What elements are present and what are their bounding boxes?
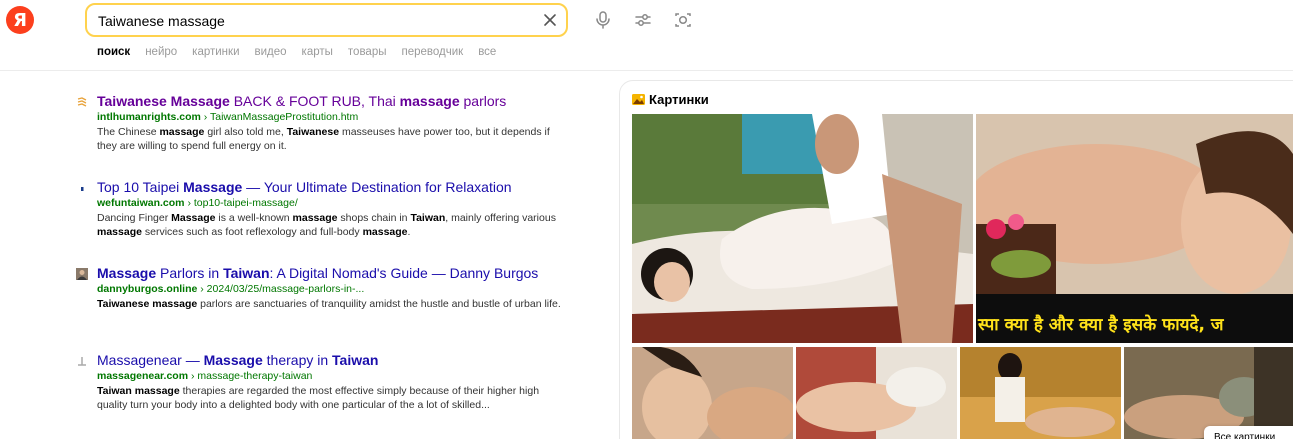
text-fragment: services such as foot reflexology and fu… bbox=[141, 226, 363, 238]
camera-icon[interactable] bbox=[673, 10, 693, 30]
result-url[interactable]: massagenear.com › massage-therapy-taiwan bbox=[97, 370, 312, 382]
tab-video[interactable]: видео bbox=[255, 46, 287, 58]
result-snippet: The Chinese massage girl also told me, T… bbox=[97, 125, 567, 153]
result-snippet: Taiwanese massage parlors are sanctuarie… bbox=[97, 297, 567, 311]
image-thumbnail[interactable] bbox=[960, 347, 1121, 439]
tab-products[interactable]: товары bbox=[348, 46, 387, 58]
text-fragment: therapy in bbox=[262, 352, 333, 368]
text-fragment: The Chinese bbox=[97, 126, 160, 138]
filters-icon[interactable] bbox=[633, 10, 653, 30]
highlighted-term: Massage bbox=[97, 265, 157, 281]
text-fragment: Dancing Finger bbox=[97, 212, 172, 224]
picture-icon bbox=[632, 94, 645, 105]
highlighted-term: massage bbox=[362, 226, 408, 238]
text-fragment: parlors bbox=[459, 93, 507, 109]
text-fragment: is a well-known bbox=[215, 212, 293, 224]
text-fragment: . bbox=[407, 226, 411, 238]
text-fragment: Parlors in bbox=[156, 265, 224, 281]
text-fragment: Top 10 Taipei bbox=[97, 179, 184, 195]
site-favicon-icon bbox=[76, 268, 88, 280]
tab-all[interactable]: все bbox=[478, 46, 496, 58]
highlighted-term: massage bbox=[292, 212, 338, 224]
image-thumbnail[interactable] bbox=[796, 347, 957, 439]
text-fragment: , mainly offering various bbox=[445, 212, 556, 224]
text-fragment: — Your Ultimate Destination for Relaxati… bbox=[242, 179, 512, 195]
result-title[interactable]: Massagenear — Massage therapy in Taiwan bbox=[97, 352, 378, 368]
highlighted-term: Taiwanese bbox=[286, 126, 340, 138]
tab-maps[interactable]: карты bbox=[302, 46, 333, 58]
highlighted-term: Taiwanese Massage bbox=[97, 93, 230, 109]
highlighted-term: Massage bbox=[171, 212, 216, 224]
result-url[interactable]: wefuntaiwan.com › top10-taipei-massage/ bbox=[97, 197, 298, 209]
mic-icon[interactable] bbox=[593, 10, 613, 30]
search-box[interactable] bbox=[85, 3, 568, 37]
image-thumbnail[interactable] bbox=[632, 114, 973, 343]
search-tabs: поиск нейро картинки видео карты товары … bbox=[97, 46, 511, 58]
text-fragment: girl also told me, bbox=[204, 126, 287, 138]
image-thumbnail[interactable]: स्पा क्या है और क्या है इसके फायदे, ज bbox=[976, 114, 1293, 343]
highlighted-term: Taiwan bbox=[223, 265, 270, 281]
site-favicon-icon bbox=[78, 357, 86, 366]
highlighted-term: Taiwan bbox=[410, 212, 446, 224]
all-images-button[interactable]: Все картинки bbox=[1204, 426, 1293, 439]
result-title[interactable]: Massage Parlors in Taiwan: A Digital Nom… bbox=[97, 265, 538, 281]
highlighted-term: Taiwan bbox=[332, 352, 379, 368]
images-heading[interactable]: Картинки bbox=[632, 92, 709, 107]
result-url[interactable]: intlhumanrights.com › TaiwanMassageProst… bbox=[97, 111, 358, 123]
image-thumbnail[interactable] bbox=[632, 347, 793, 439]
highlighted-term: massage bbox=[97, 226, 142, 238]
header-divider bbox=[0, 70, 1293, 71]
clear-icon[interactable] bbox=[542, 12, 558, 28]
result-url[interactable]: dannyburgos.online › 2024/03/25/massage-… bbox=[97, 283, 364, 295]
result-title[interactable]: Top 10 Taipei Massage — Your Ultimate De… bbox=[97, 179, 512, 195]
highlighted-term: Taiwanese massage bbox=[97, 298, 198, 310]
result-snippet: Dancing Finger Massage is a well-known m… bbox=[97, 211, 567, 239]
text-fragment: shops chain in bbox=[337, 212, 411, 224]
highlighted-term: Massage bbox=[183, 179, 243, 195]
result-snippet: Taiwan massage therapies are regarded th… bbox=[97, 384, 567, 412]
highlighted-term: Massage bbox=[203, 352, 263, 368]
search-input[interactable] bbox=[98, 11, 528, 31]
result-title[interactable]: Taiwanese Massage BACK & FOOT RUB, Thai … bbox=[97, 93, 506, 109]
text-fragment: Massagenear — bbox=[97, 352, 204, 368]
text-fragment: : A Digital Nomad's Guide — Danny Burgos bbox=[269, 265, 539, 281]
tab-neuro[interactable]: нейро bbox=[145, 46, 177, 58]
text-fragment: parlors are sanctuaries of tranquility a… bbox=[197, 298, 561, 310]
yandex-logo[interactable]: Я bbox=[6, 6, 34, 34]
site-favicon-icon bbox=[77, 97, 87, 107]
highlighted-term: massage bbox=[159, 126, 205, 138]
highlighted-term: massage bbox=[399, 93, 460, 109]
image-overlay-text: स्पा क्या है और क्या है इसके फायदे, ज bbox=[978, 315, 1224, 335]
site-favicon-icon bbox=[81, 187, 84, 191]
tab-search[interactable]: поиск bbox=[97, 46, 130, 58]
text-fragment: BACK & FOOT RUB, Thai bbox=[229, 93, 400, 109]
highlighted-term: Taiwan massage bbox=[97, 385, 180, 397]
tab-translator[interactable]: переводчик bbox=[401, 46, 463, 58]
tab-images[interactable]: картинки bbox=[192, 46, 239, 58]
